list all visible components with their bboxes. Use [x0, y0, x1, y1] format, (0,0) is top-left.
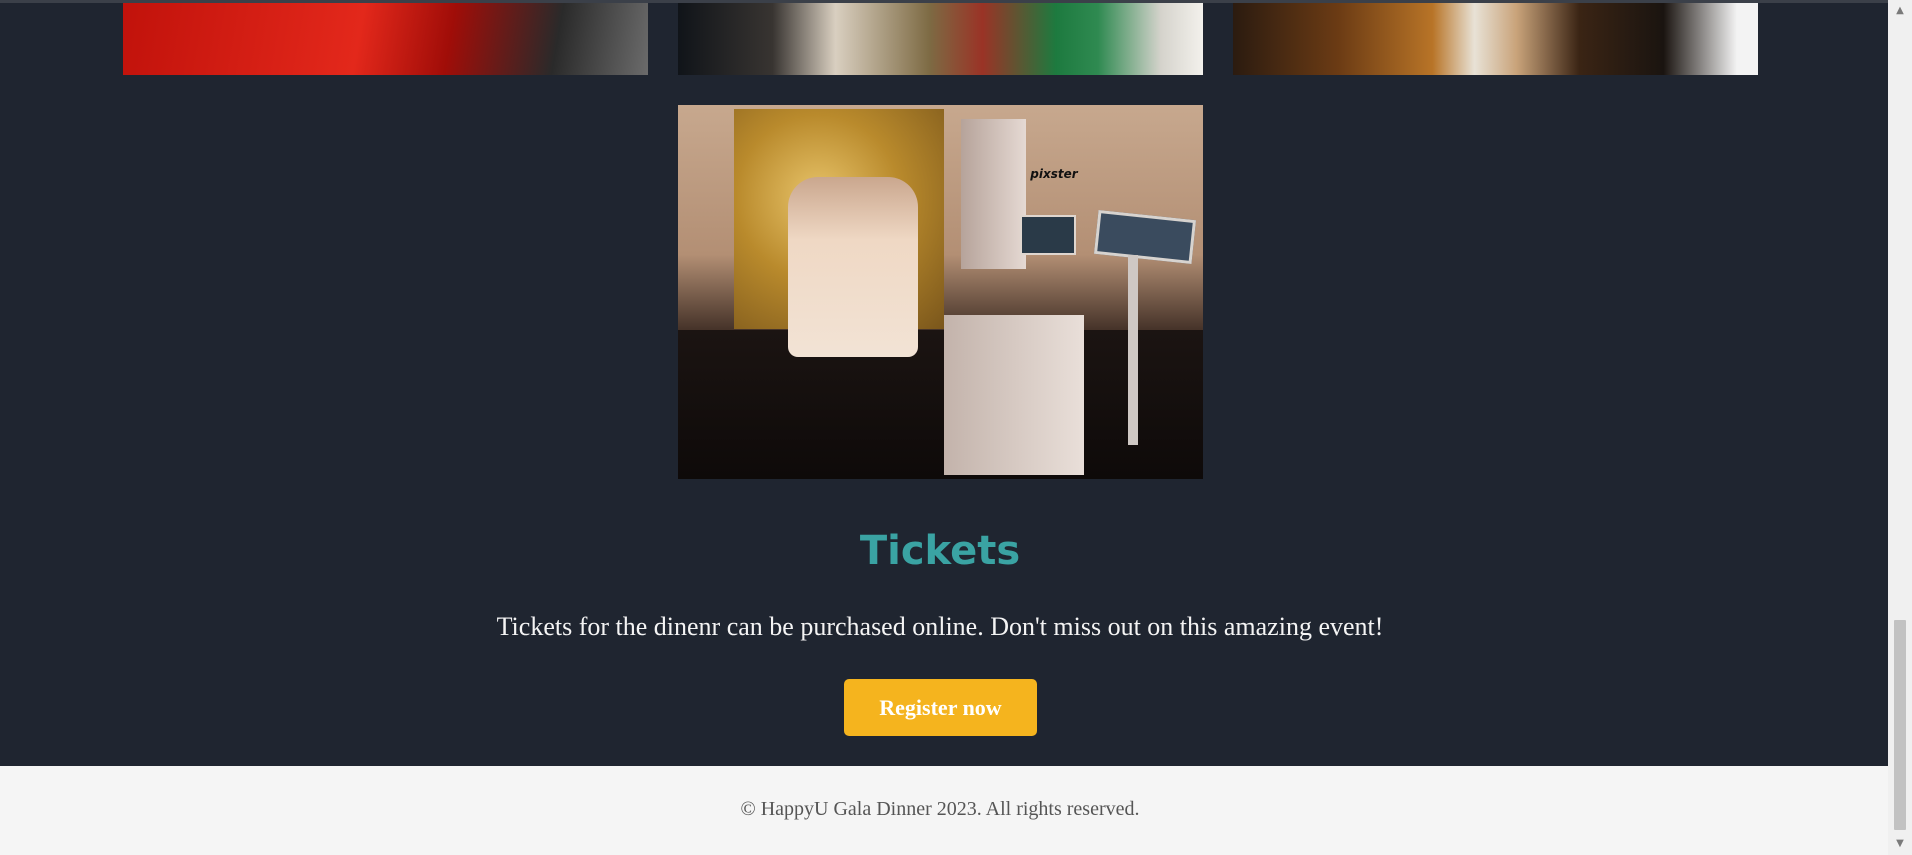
booth-screen — [1020, 215, 1076, 255]
tickets-heading: Tickets — [859, 528, 1021, 574]
gallery-image-table-setting — [678, 3, 1203, 75]
main-section: pixster Tickets Tickets for the dinenr c… — [0, 0, 1888, 766]
scroll-up-arrow-icon[interactable]: ▲ — [1888, 2, 1912, 20]
footer: © HappyU Gala Dinner 2023. All rights re… — [0, 766, 1888, 855]
gallery-image-photo-booth: pixster — [678, 105, 1203, 479]
booth-machine-top — [961, 119, 1026, 269]
vertical-scrollbar[interactable]: ▲ ▼ — [1888, 0, 1912, 855]
footer-copyright: © HappyU Gala Dinner 2023. All rights re… — [740, 798, 1140, 820]
booth-machine-base — [944, 315, 1084, 475]
booth-logo: pixster — [1030, 167, 1078, 181]
gallery-image-dance-floor — [1233, 3, 1758, 75]
tickets-description: Tickets for the dinenr can be purchased … — [496, 612, 1384, 641]
booth-floor — [678, 330, 1203, 479]
scrollbar-thumb[interactable] — [1894, 620, 1906, 830]
kiosk-screen — [1093, 209, 1197, 265]
register-now-button[interactable]: Register now — [844, 679, 1037, 736]
kiosk-stand — [1128, 255, 1138, 445]
scroll-down-arrow-icon[interactable]: ▼ — [1888, 835, 1912, 853]
page: pixster Tickets Tickets for the dinenr c… — [0, 0, 1912, 855]
gallery-image-red-scene — [123, 3, 648, 75]
guests-group — [788, 177, 918, 357]
